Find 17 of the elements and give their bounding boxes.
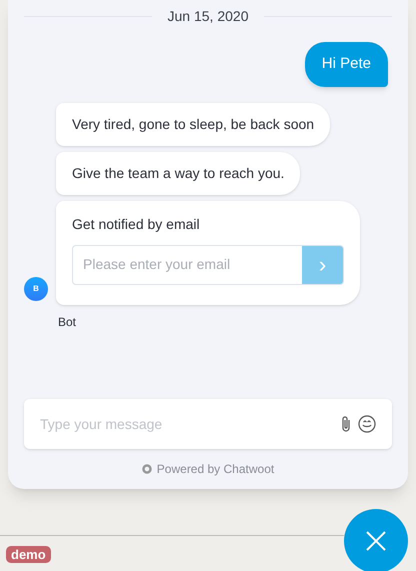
message-bubble: Very tired, gone to sleep, be back soon [56,102,330,146]
paperclip-icon[interactable] [340,415,352,433]
message-composer[interactable]: Type your message [24,399,392,449]
message-input[interactable]: Type your message [40,414,334,434]
bot-avatar: B [24,276,48,300]
powered-by-text[interactable]: Powered by Chatwoot [156,460,274,478]
sender-name: Bot [57,314,78,330]
message-bubble: Give the team a way to reach you. [56,152,300,194]
email-field[interactable]: Please enter your email › [72,244,344,284]
emoji-icon[interactable] [358,415,376,433]
tag-label: demo [6,546,51,563]
card-title: Get notified by email [72,214,201,234]
message-bubble: Hi Pete [304,42,388,86]
date-separator: Jun 15, 2020 [168,7,248,26]
close-icon [365,530,387,552]
ring-icon [142,464,152,474]
submit-button[interactable]: › [302,246,343,284]
